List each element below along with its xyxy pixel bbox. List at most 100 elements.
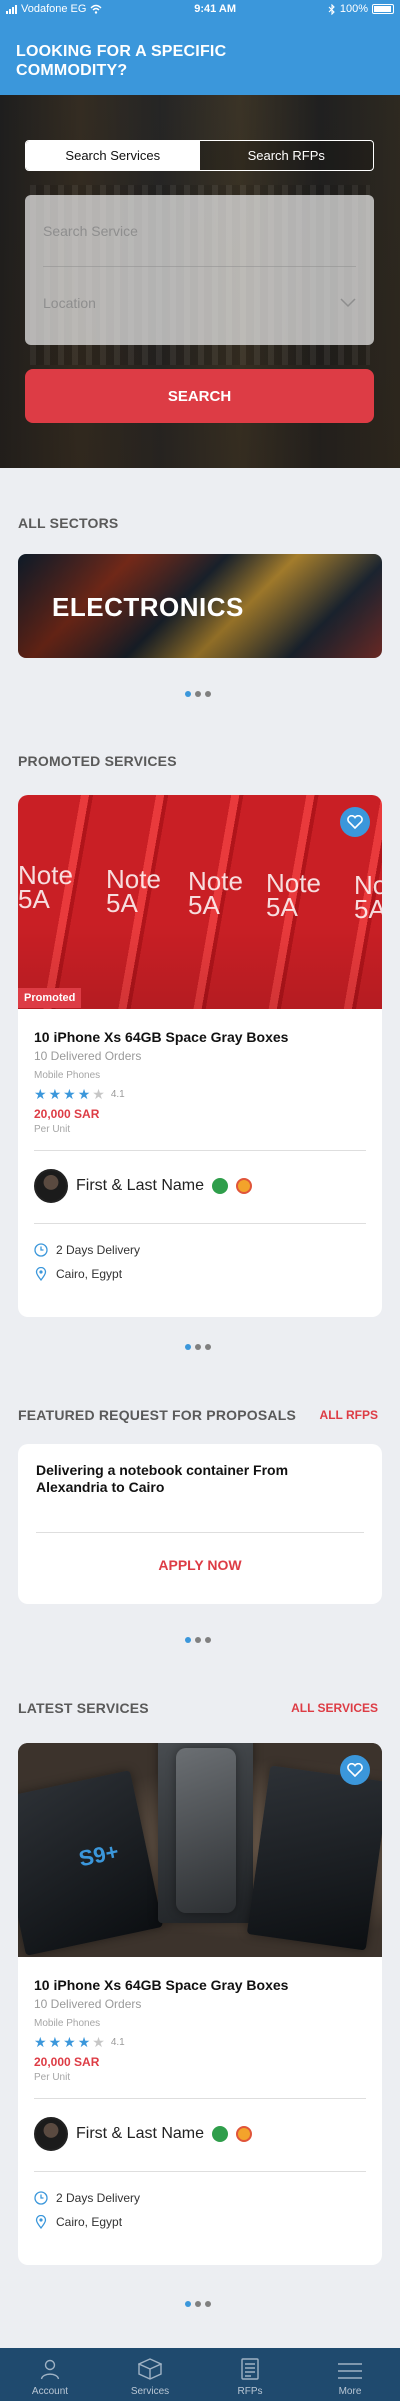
pager-dot[interactable]: [205, 691, 211, 697]
price-unit: Per Unit: [34, 1124, 71, 1135]
search-button[interactable]: SEARCH: [25, 369, 374, 423]
tab-services-label: Services: [130, 2386, 170, 2397]
search-service-input[interactable]: Search Service: [43, 195, 356, 267]
box-icon: [138, 2358, 162, 2380]
award-badge-icon: [236, 2126, 253, 2142]
seller-info[interactable]: First & Last Name: [34, 1169, 253, 1203]
promoted-pager[interactable]: [185, 1344, 211, 1350]
status-bar: Vodafone EG 9:41 AM 100%: [0, 0, 400, 18]
avatar: [34, 1169, 68, 1203]
favorite-button[interactable]: [340, 807, 370, 837]
promoted-services-title: PROMOTED SERVICES: [18, 753, 177, 769]
pager-dot[interactable]: [195, 2301, 201, 2307]
service-title[interactable]: 10 iPhone Xs 64GB Space Gray Boxes: [34, 1977, 366, 1993]
clock: 9:41 AM: [194, 3, 237, 15]
tab-more-label: More: [338, 2386, 362, 2397]
search-form: Search Service Location: [25, 195, 374, 345]
star-icon: ★: [92, 2034, 105, 2050]
search-type-toggle: Search Services Search RFPs: [25, 140, 374, 171]
star-icon: ★: [34, 2034, 47, 2050]
service-location: Cairo, Egypt: [34, 1267, 122, 1281]
tab-more[interactable]: More: [300, 2348, 400, 2401]
service-category: Mobile Phones: [34, 2018, 101, 2029]
seller-name: First & Last Name: [76, 1177, 205, 1194]
promoted-badge: Promoted: [18, 988, 82, 1008]
service-image: S9+: [18, 1743, 382, 1957]
star-icon: ★: [63, 1086, 76, 1102]
apply-now-button[interactable]: APPLY NOW: [18, 1557, 382, 1573]
bluetooth-icon: [328, 3, 335, 15]
delivered-orders: 10 Delivered Orders: [34, 1049, 142, 1063]
location-pin-icon: [35, 2215, 47, 2229]
rfp-title: Delivering a notebook container From Ale…: [36, 1462, 289, 1495]
star-icon: ★: [48, 1086, 62, 1102]
location-pin-icon: [35, 1267, 47, 1281]
tab-account-label: Account: [31, 2386, 69, 2397]
rating-stars: ★ ★ ★ ★ ★ 4.1: [34, 2035, 366, 2049]
rfps-pager[interactable]: [185, 1637, 211, 1643]
service-title[interactable]: 10 iPhone Xs 64GB Space Gray Boxes: [34, 1029, 366, 1045]
location-placeholder: Location: [43, 295, 96, 311]
rfp-card[interactable]: Delivering a notebook container From Ale…: [18, 1444, 382, 1604]
rating-stars: ★ ★ ★ ★ ★ 4.1: [34, 1087, 366, 1101]
search-service-placeholder: Search Service: [43, 222, 138, 239]
promoted-service-card[interactable]: Note5A Note5A Note5A Note5A Note5A Promo…: [18, 795, 382, 1317]
service-image: Note5A Note5A Note5A Note5A Note5A: [18, 795, 382, 1009]
pager-dot[interactable]: [185, 2301, 191, 2307]
all-rfps-link[interactable]: ALL RFPS: [320, 1408, 378, 1422]
verified-badge-icon: [212, 1178, 229, 1194]
all-services-link[interactable]: ALL SERVICES: [291, 1701, 378, 1715]
service-price: 20,000 SAR: [34, 2055, 100, 2069]
rating-value: 4.1: [110, 2036, 125, 2048]
service-category: Mobile Phones: [34, 1070, 101, 1081]
price-unit: Per Unit: [34, 2072, 71, 2083]
header-title-line2: COMMODITY?: [16, 62, 128, 79]
pager-dot[interactable]: [205, 2301, 211, 2307]
menu-icon: [338, 2363, 362, 2379]
service-price: 20,000 SAR: [34, 1107, 100, 1121]
signal-icon: [6, 4, 17, 14]
tab-account[interactable]: Account: [0, 2348, 100, 2401]
pager-dot[interactable]: [195, 1344, 201, 1350]
delivered-orders: 10 Delivered Orders: [34, 1997, 142, 2011]
seller-info[interactable]: First & Last Name: [34, 2117, 253, 2151]
latest-service-card[interactable]: S9+ 10 iPhone Xs 64GB Space Gray Boxes 1…: [18, 1743, 382, 2265]
bottom-tab-bar: Account Services RFPs More: [0, 2348, 400, 2401]
delivery-time: 2 Days Delivery: [34, 1243, 140, 1257]
wifi-icon: [90, 4, 102, 14]
star-icon: ★: [63, 2034, 76, 2050]
pager-dot[interactable]: [205, 1637, 211, 1643]
battery-percent: 100%: [339, 3, 368, 15]
pager-dot[interactable]: [205, 1344, 211, 1350]
header-title-line1: LOOKING FOR A SPECIFIC: [16, 43, 227, 60]
pager-dot[interactable]: [195, 1637, 201, 1643]
latest-pager[interactable]: [185, 2301, 211, 2307]
pager-dot[interactable]: [185, 691, 191, 697]
star-icon: ★: [77, 1086, 91, 1102]
featured-rfps-title: FEATURED REQUEST FOR PROPOSALS: [18, 1407, 296, 1423]
tab-rfps[interactable]: RFPs: [200, 2348, 300, 2401]
user-icon: [40, 2359, 60, 2380]
battery-icon: [372, 4, 394, 14]
heart-icon: [347, 1763, 363, 1777]
location-select[interactable]: Location: [43, 267, 356, 339]
star-icon: ★: [48, 2034, 62, 2050]
pager-dot[interactable]: [195, 691, 201, 697]
pager-dot[interactable]: [185, 1637, 191, 1643]
seller-name: First & Last Name: [76, 2125, 205, 2142]
rating-value: 4.1: [110, 1088, 125, 1100]
service-location: Cairo, Egypt: [34, 2215, 122, 2229]
sectors-pager[interactable]: [185, 691, 211, 697]
latest-services-title: LATEST SERVICES: [18, 1700, 149, 1716]
heart-icon: [347, 815, 363, 829]
sector-banner-label: ELECTRONICS: [52, 592, 244, 622]
tab-search-rfps[interactable]: Search RFPs: [199, 141, 373, 170]
pager-dot[interactable]: [185, 1344, 191, 1350]
all-sectors-title: ALL SECTORS: [18, 515, 119, 531]
star-icon: ★: [77, 2034, 91, 2050]
clock-icon: [34, 1243, 48, 1257]
sector-banner-electronics[interactable]: ELECTRONICS: [18, 554, 382, 658]
tab-services[interactable]: Services: [100, 2348, 200, 2401]
tab-search-services[interactable]: Search Services: [26, 141, 200, 170]
favorite-button[interactable]: [340, 1755, 370, 1785]
